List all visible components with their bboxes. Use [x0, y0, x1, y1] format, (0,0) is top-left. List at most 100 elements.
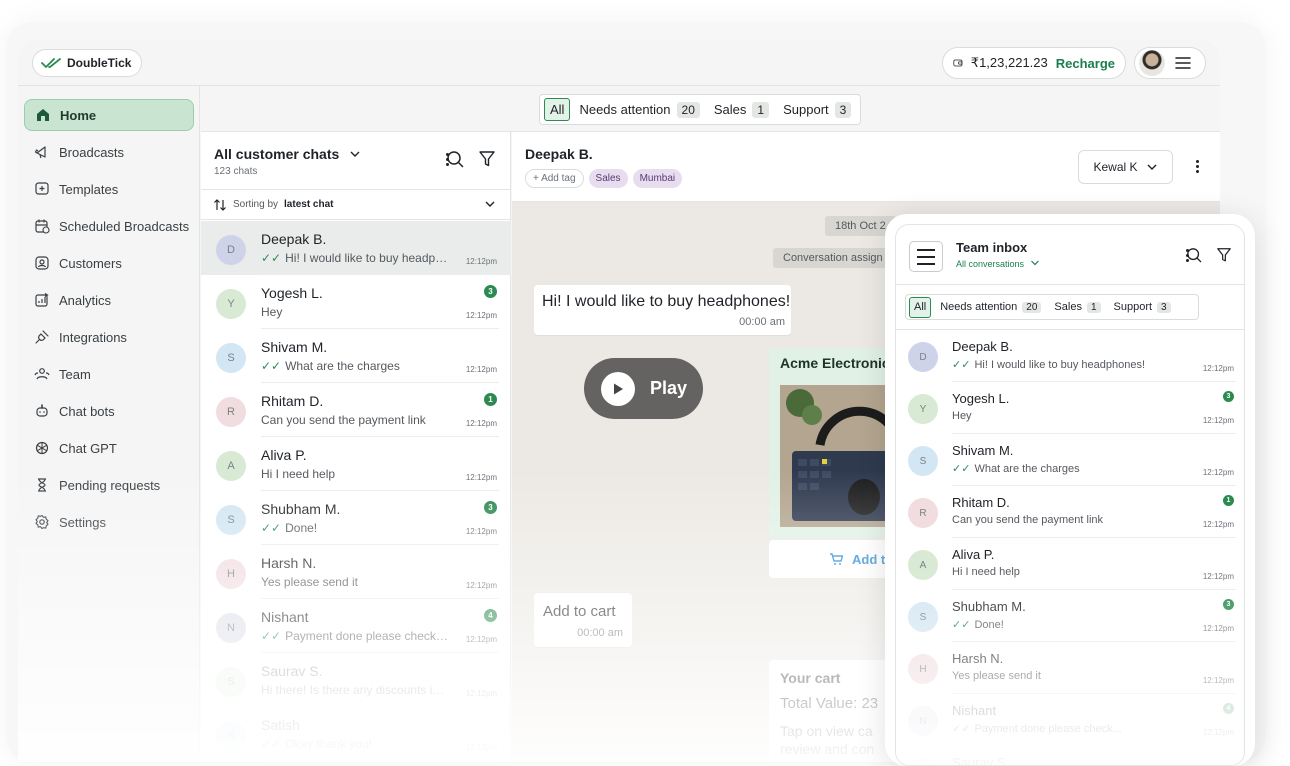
brand-logo[interactable]: DoubleTick [32, 49, 143, 77]
chat-row[interactable]: N Nishant ✓✓Payment done please check the … [201, 599, 511, 653]
contact-name: Harsh N. [261, 555, 317, 571]
sidebar-item-settings[interactable]: Settings [24, 506, 194, 538]
recharge-button[interactable]: Recharge [1056, 56, 1115, 71]
filter-sales[interactable]: Sales 1 [709, 98, 774, 121]
sidebar-item-label: Chat bots [59, 403, 115, 419]
filter-all[interactable]: All [909, 296, 932, 318]
hamburger-menu-icon[interactable] [909, 241, 943, 272]
chat-row[interactable]: S Shivam M. ✓✓ What are the charges 12:12pm [201, 329, 511, 383]
filter-support[interactable]: Support 3 [778, 98, 856, 121]
contact-avatar: R [908, 498, 938, 528]
chat-row[interactable]: S Satish ✓✓ Okay thank you! 12:12pm [201, 707, 511, 761]
chat-row[interactable]: Y Yogesh L. Hey 12:12pm 3 [201, 275, 511, 329]
conversations-dropdown[interactable]: All conversations [956, 259, 1040, 269]
avatar-initial: A [227, 460, 235, 472]
filter-needs-attention[interactable]: Needs attention 20 [574, 98, 704, 121]
more-options-icon[interactable] [1196, 160, 1199, 173]
last-message-text: What are the charges [974, 463, 1080, 475]
chat-row[interactable]: R Rhitam D. Can you send the payment link 1… [201, 383, 511, 437]
message-text: Add to cart [543, 603, 616, 620]
hourglass-icon [38, 478, 46, 492]
last-message: Yes please send it [261, 575, 451, 589]
last-message-text: Hey [952, 410, 972, 422]
last-message-text: Can you send the payment link [261, 413, 426, 427]
message-time: 12:12pm [1202, 364, 1234, 373]
contact-avatar: Y [908, 394, 938, 424]
message-time: 00:00 am [577, 627, 623, 639]
chat-row[interactable]: A Aliva P. Hi I need help 12:12pm [201, 437, 511, 491]
sidebar-item-pending-requests[interactable]: Pending requests [24, 469, 194, 501]
openai-icon [35, 441, 49, 455]
unread-badge: 3 [484, 285, 497, 298]
message-time: 12:12pm [465, 473, 497, 482]
filter-all[interactable]: All [544, 98, 571, 121]
filter-label: Support [783, 102, 829, 117]
sidebar-item-broadcasts[interactable]: Broadcasts [24, 136, 194, 168]
add-to-cart-label: Add t [852, 551, 886, 567]
add-to-cart-button[interactable]: Add t [769, 540, 899, 578]
assigned-agent-dropdown[interactable]: Kewal K [1078, 150, 1173, 184]
chat-list-title[interactable]: All customer chats [214, 146, 361, 162]
sidebar-item-team[interactable]: Team [24, 358, 194, 390]
last-message: ✓✓ Okay thank you! [261, 737, 451, 751]
sidebar-item-analytics[interactable]: Analytics [24, 284, 194, 316]
more-options-icon[interactable] [1186, 248, 1189, 262]
cart-icon [830, 553, 843, 565]
cart-summary-card: Your cart Total Value: 23 Tap on view ca… [769, 660, 899, 762]
sidebar-item-integrations[interactable]: Integrations [24, 321, 194, 353]
last-message-text: Hi there! Is there any discounts in this [261, 683, 451, 697]
sidebar-item-customers[interactable]: Customers [24, 247, 194, 279]
contact-name: Rhitam D. [261, 393, 324, 409]
sidebar-item-label: Home [60, 107, 97, 123]
product-card[interactable]: Acme Electronics [769, 348, 899, 538]
sidebar-item-chat-gpt[interactable]: Chat GPT [24, 432, 194, 464]
contact-avatar: H [216, 559, 246, 589]
menu-icon[interactable] [1175, 56, 1191, 70]
filter-icon[interactable] [1216, 247, 1232, 263]
double-tick-icon: ✓✓ [261, 737, 282, 751]
chat-row[interactable]: S Shubham M. ✓✓Done! 12:12pm 3 [201, 491, 511, 545]
filter-support[interactable]: Support 3 [1110, 297, 1175, 318]
chat-row[interactable]: S Saurav S. Hi there! Is there any discoun… [201, 653, 511, 707]
divider [261, 760, 499, 761]
template-icon [35, 182, 49, 195]
unread-badge: 3 [1223, 391, 1234, 402]
add-tag-button[interactable]: + Add tag [525, 169, 584, 188]
contact-name: Satish [261, 717, 300, 733]
chat-row[interactable]: H Harsh N. Yes please send it 12:12pm [201, 545, 511, 599]
mobile-preview: Team inbox All conversations All Needs a… [885, 214, 1255, 766]
filter-sales[interactable]: Sales 1 [1050, 297, 1104, 318]
sidebar-item-chat-bots[interactable]: Chat bots [24, 395, 194, 427]
sidebar-item-templates[interactable]: Templates [24, 173, 194, 205]
chat-row[interactable]: Y Yogesh L. Hey 12:12pm 3 [896, 382, 1244, 434]
cart-total: Total Value: 23 [780, 695, 879, 712]
last-message: Hi there! Is there any discounts in this [261, 683, 451, 697]
filter-label: All [914, 301, 927, 313]
filter-needs-attention[interactable]: Needs attention 20 [936, 297, 1045, 318]
profile-menu[interactable] [1134, 47, 1206, 79]
chat-row[interactable]: R Rhitam D. Can you send the payment link 1… [896, 486, 1244, 538]
unread-badge: 1 [1223, 495, 1234, 506]
chat-list-panel: All customer chats 123 chats Sorting by l… [201, 132, 511, 762]
sidebar-item-label: Pending requests [59, 477, 161, 493]
team-icon [34, 368, 50, 380]
contact-name: Yogesh L. [952, 391, 1010, 406]
sort-bar[interactable]: Sorting by latest chat [201, 190, 510, 220]
chat-row[interactable]: S Shivam M. ✓✓ What are the charges 12:12pm [896, 434, 1244, 486]
tag-mumbai[interactable]: Mumbai [632, 169, 683, 188]
user-avatar[interactable] [1139, 50, 1165, 76]
tag-sales[interactable]: Sales [588, 169, 628, 188]
sidebar-item-scheduled-broadcasts[interactable]: Scheduled Broadcasts [24, 210, 194, 242]
filter-label: Needs attention [579, 102, 671, 117]
sidebar-item-home[interactable]: Home [24, 99, 194, 131]
double-tick-icon: ✓✓ [952, 463, 971, 475]
chat-row[interactable]: D Deepak B. ✓✓ Hi! I would like to buy head… [201, 221, 511, 275]
cart-title: Your cart [780, 670, 841, 686]
megaphone-icon [34, 146, 46, 159]
chat-row[interactable]: D Deepak B. ✓✓ Hi! I would like to buy head… [896, 330, 1244, 382]
sidebar: Home Broadcasts Templates Scheduled Broa… [18, 86, 200, 762]
filter-icon[interactable] [478, 150, 496, 168]
last-message-text: Hi! I would like to buy headphones! [974, 359, 1146, 371]
more-options-icon[interactable] [446, 152, 449, 166]
play-video-button[interactable]: Play [584, 358, 703, 419]
